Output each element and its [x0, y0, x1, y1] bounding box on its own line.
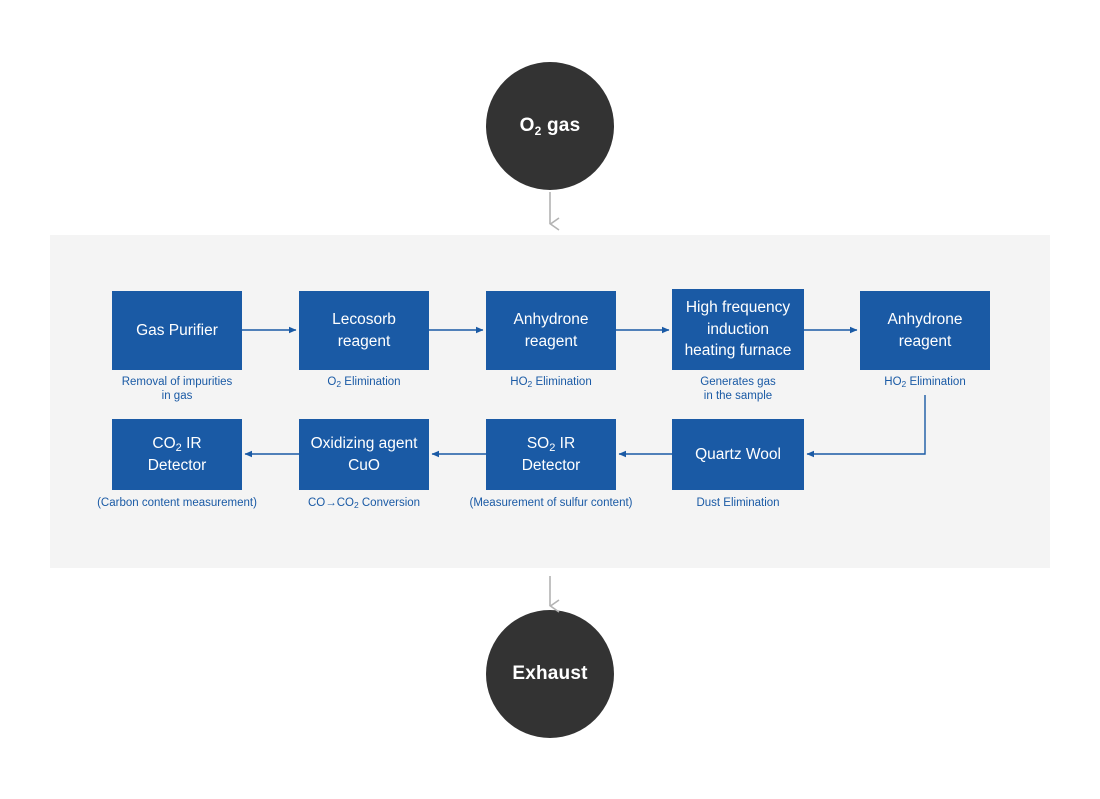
- process-box-label: Anhydrone reagent: [887, 311, 963, 350]
- caption-gas-purifier: Removal of impurities in gas: [92, 375, 262, 404]
- process-box-label: Gas Purifier: [136, 321, 218, 339]
- caption-text: Dust Elimination: [696, 497, 780, 509]
- process-box-quartz-wool[interactable]: Quartz Wool: [672, 419, 804, 490]
- process-box-label: Lecosorb reagent: [332, 311, 396, 350]
- caption-text: HO2 Elimination: [884, 376, 966, 389]
- caption-oxidizing-agent-cuo: CO→CO2 Conversion: [279, 496, 449, 510]
- caption-anhydrone-reagent-2: HO2 Elimination: [840, 375, 1010, 389]
- process-box-label: CO2 IR Detector: [147, 435, 207, 474]
- caption-co2-ir-detector: (Carbon content measurement): [77, 496, 277, 510]
- process-box-so2-ir-detector[interactable]: SO2 IR Detector: [486, 419, 616, 490]
- caption-text: CO→CO2 Conversion: [307, 497, 421, 510]
- caption-high-frequency-induction-heating-furnace: Generates gas in the sample: [653, 375, 823, 404]
- caption-text: O2 Elimination: [327, 376, 401, 389]
- inlet-node-label: O2 gas: [519, 115, 581, 138]
- process-box-label: High frequency induction heating furnace: [684, 299, 792, 360]
- process-box-label: Oxidizing agent CuO: [310, 435, 418, 474]
- inlet-node-o2-gas: O2 gas: [486, 62, 614, 190]
- caption-text: Removal of impurities in gas: [121, 376, 233, 403]
- process-box-lecosorb-reagent[interactable]: Lecosorb reagent: [299, 291, 429, 370]
- outlet-node-label: Exhaust: [512, 663, 588, 684]
- caption-lecosorb-reagent: O2 Elimination: [279, 375, 449, 389]
- caption-anhydrone-reagent-1: HO2 Elimination: [466, 375, 636, 389]
- process-box-anhydrone-reagent-1[interactable]: Anhydrone reagent: [486, 291, 616, 370]
- process-box-co2-ir-detector[interactable]: CO2 IR Detector: [112, 419, 242, 490]
- caption-text: Generates gas in the sample: [700, 376, 776, 403]
- process-box-high-frequency-induction-heating-furnace[interactable]: High frequency induction heating furnace: [672, 289, 804, 370]
- caption-so2-ir-detector: (Measurement of sulfur content): [451, 496, 651, 510]
- caption-text: (Measurement of sulfur content): [469, 497, 633, 509]
- outlet-node-exhaust: Exhaust: [486, 610, 614, 738]
- process-flow-diagram: O2 gas Gas Purifier Removal of impuritie…: [0, 0, 1100, 799]
- caption-text: (Carbon content measurement): [97, 497, 257, 509]
- caption-quartz-wool: Dust Elimination: [653, 496, 823, 510]
- process-box-label: SO2 IR Detector: [521, 435, 581, 474]
- process-box-label: Anhydrone reagent: [513, 311, 589, 350]
- process-box-anhydrone-reagent-2[interactable]: Anhydrone reagent: [860, 291, 990, 370]
- process-box-label: Quartz Wool: [695, 445, 781, 463]
- process-box-gas-purifier[interactable]: Gas Purifier: [112, 291, 242, 370]
- process-box-oxidizing-agent-cuo[interactable]: Oxidizing agent CuO: [299, 419, 429, 490]
- caption-text: HO2 Elimination: [510, 376, 592, 389]
